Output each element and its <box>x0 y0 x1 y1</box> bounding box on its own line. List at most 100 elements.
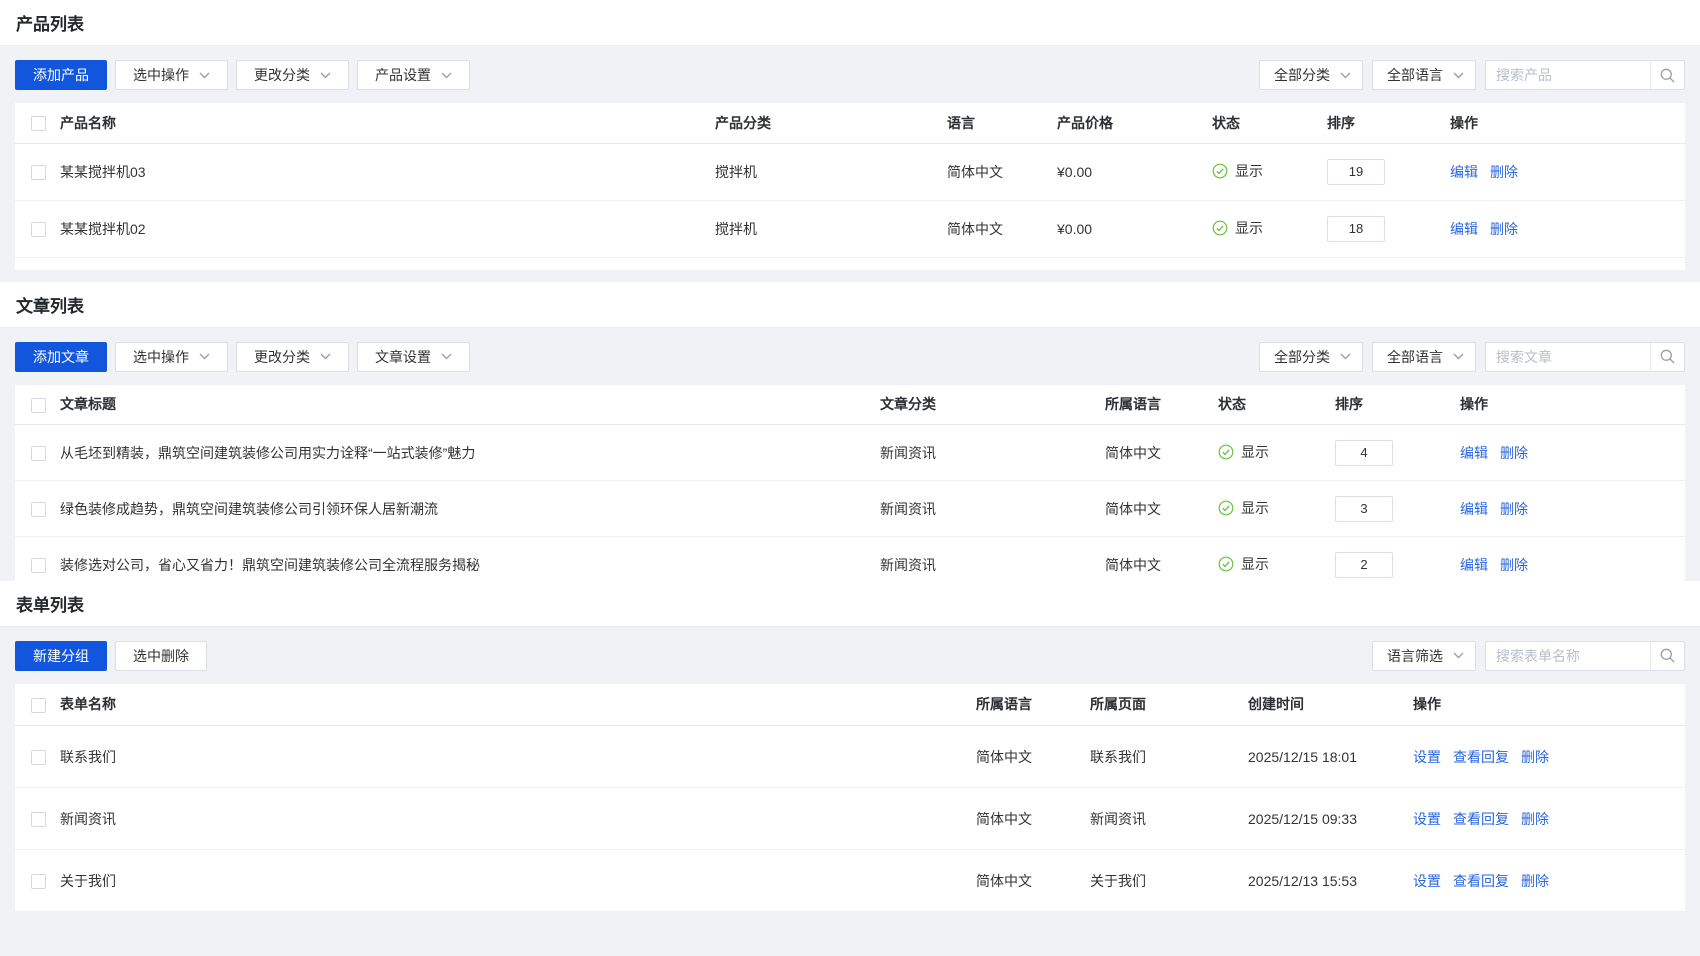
articles-title-bar: 文章列表 <box>0 282 1700 328</box>
delete-link[interactable]: 删除 <box>1521 749 1549 765</box>
select-value: 全部语言 <box>1387 347 1443 367</box>
sort-input[interactable] <box>1335 440 1393 466</box>
delete-link[interactable]: 删除 <box>1500 557 1528 573</box>
article-language: 简体中文 <box>1105 425 1218 481</box>
form-search-input[interactable] <box>1486 648 1650 664</box>
check-circle-icon <box>1218 444 1234 460</box>
all-categories-select[interactable]: 全部分类 <box>1259 60 1363 90</box>
product-search-input[interactable] <box>1486 67 1650 83</box>
row-checkbox[interactable] <box>31 502 46 517</box>
select-all-checkbox[interactable] <box>31 398 46 413</box>
add-product-button[interactable]: 添加产品 <box>15 60 107 90</box>
col-action: 操作 <box>1460 385 1685 425</box>
dropdown-label: 文章设置 <box>375 347 431 367</box>
select-all-checkbox[interactable] <box>31 116 46 131</box>
row-checkbox[interactable] <box>31 812 46 827</box>
col-created: 创建时间 <box>1248 684 1413 726</box>
status-text: 显示 <box>1241 498 1269 518</box>
view-replies-link[interactable]: 查看回复 <box>1453 811 1509 827</box>
settings-link[interactable]: 设置 <box>1413 749 1441 765</box>
product-search <box>1485 60 1685 90</box>
sort-input[interactable] <box>1327 159 1385 185</box>
edit-link[interactable]: 编辑 <box>1450 221 1478 237</box>
col-page: 所属页面 <box>1090 684 1248 726</box>
view-replies-link[interactable]: 查看回复 <box>1453 873 1509 889</box>
delete-link[interactable]: 删除 <box>1490 164 1518 180</box>
edit-link[interactable]: 编辑 <box>1460 445 1488 461</box>
col-language: 所属语言 <box>976 684 1090 726</box>
page-title-articles: 文章列表 <box>16 292 84 317</box>
delete-link[interactable]: 删除 <box>1490 221 1518 237</box>
select-value: 全部分类 <box>1274 347 1330 367</box>
selected-actions-dropdown[interactable]: 选中操作 <box>115 342 228 372</box>
articles-table-card: 文章标题 文章分类 所属语言 状态 排序 操作 从毛坯到精装，鼎筑空间建筑装修公… <box>15 385 1685 581</box>
article-search-input[interactable] <box>1486 349 1650 365</box>
select-value: 全部分类 <box>1274 65 1330 85</box>
row-checkbox[interactable] <box>31 446 46 461</box>
sort-input[interactable] <box>1335 496 1393 522</box>
change-category-dropdown[interactable]: 更改分类 <box>236 342 349 372</box>
col-status: 状态 <box>1218 385 1335 425</box>
row-checkbox[interactable] <box>31 750 46 765</box>
products-title-bar: 产品列表 <box>0 0 1700 46</box>
form-search <box>1485 641 1685 671</box>
form-language: 简体中文 <box>976 726 1090 788</box>
products-section: 产品列表 添加产品 选中操作 更改分类 产品设置 全部分类 全部语言 产品名称 <box>0 0 1700 282</box>
status-text: 显示 <box>1241 554 1269 574</box>
all-languages-select[interactable]: 全部语言 <box>1372 342 1476 372</box>
edit-link[interactable]: 编辑 <box>1460 501 1488 517</box>
article-settings-dropdown[interactable]: 文章设置 <box>357 342 470 372</box>
change-category-dropdown[interactable]: 更改分类 <box>236 60 349 90</box>
selected-actions-dropdown[interactable]: 选中操作 <box>115 60 228 90</box>
product-category: 搅拌机 <box>715 200 947 257</box>
products-table-card: 产品名称 产品分类 语言 产品价格 状态 排序 操作 某某搅拌机03 搅拌机 简… <box>15 103 1685 270</box>
delete-link[interactable]: 删除 <box>1521 873 1549 889</box>
row-checkbox[interactable] <box>31 165 46 180</box>
col-action: 操作 <box>1450 103 1685 143</box>
delete-link[interactable]: 删除 <box>1500 445 1528 461</box>
product-name: 某某搅拌机02 <box>60 200 715 257</box>
article-title: 装修选对公司，省心又省力！鼎筑空间建筑装修公司全流程服务揭秘 <box>60 537 880 581</box>
select-value: 语言筛选 <box>1387 646 1443 666</box>
status-badge: 显示 <box>1218 554 1269 574</box>
language-filter-select[interactable]: 语言筛选 <box>1372 641 1476 671</box>
settings-link[interactable]: 设置 <box>1413 811 1441 827</box>
select-all-checkbox[interactable] <box>31 698 46 713</box>
row-checkbox[interactable] <box>31 558 46 573</box>
article-category: 新闻资讯 <box>880 481 1105 537</box>
view-replies-link[interactable]: 查看回复 <box>1453 749 1509 765</box>
dropdown-label: 选中操作 <box>133 65 189 85</box>
form-page: 关于我们 <box>1090 850 1248 912</box>
edit-link[interactable]: 编辑 <box>1450 164 1478 180</box>
search-button[interactable] <box>1650 642 1684 670</box>
row-checkbox[interactable] <box>31 222 46 237</box>
form-name: 关于我们 <box>60 850 976 912</box>
new-group-button[interactable]: 新建分组 <box>15 641 107 671</box>
delete-link[interactable]: 删除 <box>1500 501 1528 517</box>
table-row: 装修选对公司，省心又省力！鼎筑空间建筑装修公司全流程服务揭秘 新闻资讯 简体中文… <box>15 537 1685 581</box>
product-price: ¥0.00 <box>1057 143 1212 200</box>
chevron-down-icon <box>1340 353 1351 360</box>
edit-link[interactable]: 编辑 <box>1460 557 1488 573</box>
product-category: 搅拌机 <box>715 143 947 200</box>
col-form-name: 表单名称 <box>60 684 976 726</box>
form-language: 简体中文 <box>976 850 1090 912</box>
sort-input[interactable] <box>1327 216 1385 242</box>
sort-input[interactable] <box>1335 552 1393 578</box>
product-language: 简体中文 <box>947 143 1057 200</box>
search-icon <box>1659 647 1676 664</box>
delete-link[interactable]: 删除 <box>1521 811 1549 827</box>
add-article-button[interactable]: 添加文章 <box>15 342 107 372</box>
delete-selected-button[interactable]: 选中删除 <box>115 641 207 671</box>
search-button[interactable] <box>1650 343 1684 371</box>
all-languages-select[interactable]: 全部语言 <box>1372 60 1476 90</box>
all-categories-select[interactable]: 全部分类 <box>1259 342 1363 372</box>
table-row: 关于我们 简体中文 关于我们 2025/12/13 15:53 设置查看回复删除 <box>15 850 1685 912</box>
search-icon <box>1659 67 1676 84</box>
section-gap <box>0 270 1700 282</box>
product-settings-dropdown[interactable]: 产品设置 <box>357 60 470 90</box>
article-language: 简体中文 <box>1105 481 1218 537</box>
search-button[interactable] <box>1650 61 1684 89</box>
settings-link[interactable]: 设置 <box>1413 873 1441 889</box>
row-checkbox[interactable] <box>31 874 46 889</box>
